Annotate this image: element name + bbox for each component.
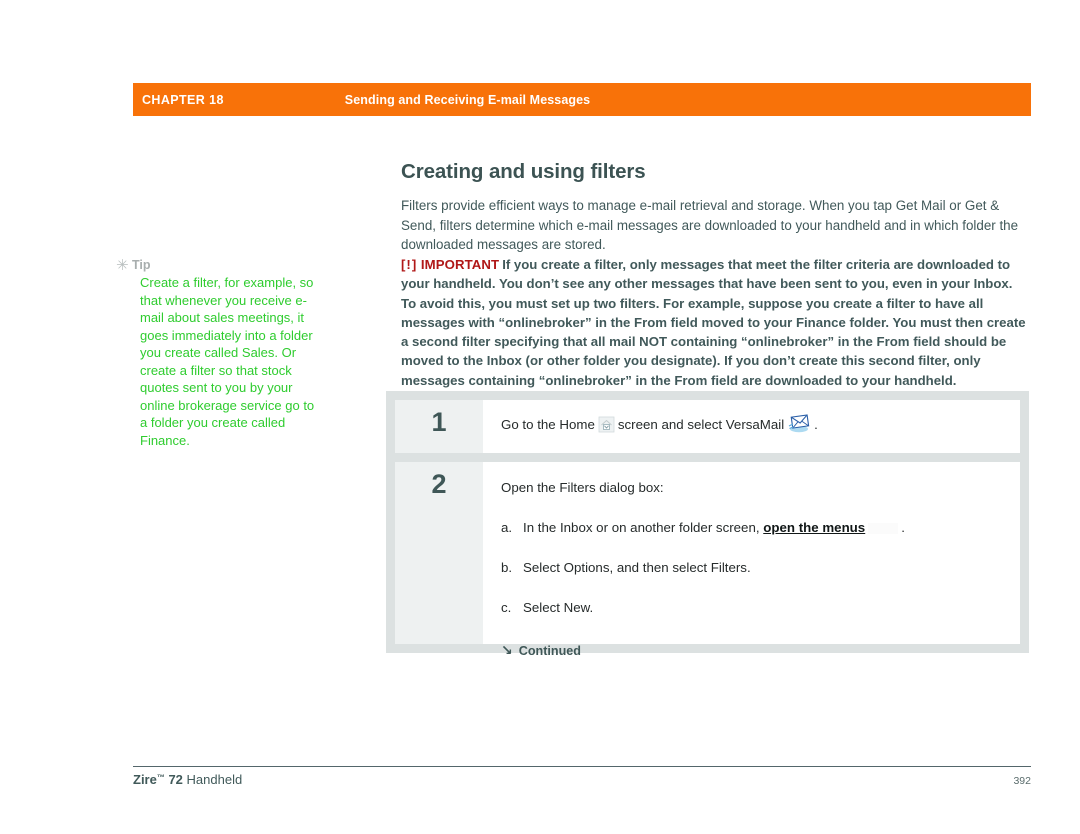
footer-product-line: Zire™ 72 Handheld	[133, 772, 242, 787]
substep-marker: a.	[501, 520, 513, 535]
substep-text: In the Inbox or on another folder screen…	[523, 519, 905, 537]
open-the-menus-link[interactable]: open the menus	[763, 520, 865, 535]
footer-divider	[133, 766, 1031, 767]
page-number: 392	[1013, 775, 1031, 787]
important-label: IMPORTANT	[420, 257, 500, 272]
substep-b: b. Select Options, and then select Filte…	[501, 559, 1004, 577]
important-bracket-close: ]	[411, 257, 418, 272]
arrow-down-right-icon: ↘	[501, 643, 513, 659]
substep-c: c. Select New.	[501, 599, 1004, 617]
page-footer: Zire™ 72 Handheld 392	[133, 772, 1031, 787]
step-number-cell: 2	[395, 462, 483, 644]
substep-marker: c.	[501, 600, 512, 615]
tip-title: Tip	[132, 258, 151, 272]
important-callout: [!] IMPORTANT If you create a filter, onl…	[401, 255, 1029, 390]
chapter-label: CHAPTER 18	[142, 92, 224, 107]
step-row: 1 Go to the Home screen and select VersaM…	[395, 400, 1020, 453]
versamail-envelope-icon	[788, 414, 811, 433]
home-screen-icon	[598, 416, 615, 433]
footer-model: 72	[164, 772, 183, 787]
page-title: Creating and using filters	[401, 160, 646, 183]
step-text-before: Go to the Home	[501, 417, 595, 432]
substep-text-after: .	[901, 520, 905, 535]
step-number: 1	[431, 407, 447, 437]
substep-marker: b.	[501, 560, 513, 575]
step-text-middle: screen and select VersaMail	[617, 417, 785, 432]
trademark-icon: ™	[156, 773, 165, 782]
tip-header: ✳ Tip	[116, 258, 316, 273]
substep-a: a. In the Inbox or on another folder scr…	[501, 519, 1004, 537]
main-content-column: Creating and using filters Filters provi…	[401, 160, 1029, 255]
step-number: 2	[431, 469, 447, 499]
substep-text-before: In the Inbox or on another folder screen…	[523, 520, 760, 535]
intro-paragraph: Filters provide efficient ways to manage…	[401, 198, 1019, 252]
step-row: 2 Open the Filters dialog box: a. In the…	[395, 462, 1020, 658]
tip-body-text: Create a filter, for example, so that wh…	[140, 275, 315, 448]
asterisk-icon: ✳	[116, 256, 129, 274]
substep-text: Select Options, and then select Filters.	[523, 560, 751, 575]
step-number-cell: 1	[395, 400, 483, 453]
footer-brand: Zire	[133, 772, 157, 787]
continued-indicator: ↘ Continued	[501, 642, 1004, 660]
menu-key-icon	[868, 522, 899, 534]
footer-product: Handheld	[182, 772, 243, 787]
step-lead-text: Open the Filters dialog box:	[501, 480, 664, 495]
substep-text: Select New.	[523, 600, 594, 615]
continued-label: Continued	[518, 644, 581, 658]
chapter-header-bar: CHAPTER 18 Sending and Receiving E-mail …	[133, 83, 1031, 116]
steps-panel: 1 Go to the Home screen and select VersaM…	[386, 391, 1029, 658]
step-content: Go to the Home screen and select VersaMai…	[483, 400, 1020, 453]
step-text-after: .	[814, 417, 818, 432]
tip-sidebar: ✳ Tip Create a filter, for example, so t…	[116, 258, 316, 449]
important-body-text: If you create a filter, only messages th…	[401, 257, 1026, 388]
chapter-section-title: Sending and Receiving E-mail Messages	[344, 92, 591, 107]
step-content: Open the Filters dialog box: a. In the I…	[483, 462, 1020, 658]
step-divider	[395, 453, 1020, 462]
